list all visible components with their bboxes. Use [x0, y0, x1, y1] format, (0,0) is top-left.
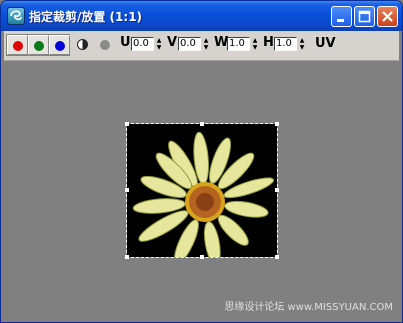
red-channel-button[interactable] [7, 35, 28, 55]
crop-handle-bottom-right[interactable] [275, 255, 279, 259]
h-input[interactable]: 1.0 [274, 37, 297, 51]
crop-handle-bottom-left[interactable] [125, 255, 129, 259]
h-spinner[interactable]: ▲ ▼ [298, 37, 306, 51]
watermark: 思缘设计论坛 www.MISSYUAN.COM [224, 302, 393, 313]
crop-handle-left[interactable] [125, 188, 129, 192]
red-dot-icon [13, 41, 23, 51]
app-icon[interactable] [7, 7, 25, 25]
title-bar[interactable]: 指定裁剪/放置 (1:1) [1, 1, 402, 31]
h-label: H [263, 35, 274, 50]
w-spinner[interactable]: ▲ ▼ [251, 37, 259, 51]
crop-place-window: 指定裁剪/放置 (1:1) U 0.0 ▲ ▼ V 0.0 ▲ ▼ W 1.0 … [0, 0, 403, 323]
close-button[interactable] [377, 6, 398, 27]
v-spinner[interactable]: ▲ ▼ [202, 37, 210, 51]
w-input[interactable]: 1.0 [227, 37, 250, 51]
toolbar: U 0.0 ▲ ▼ V 0.0 ▲ ▼ W 1.0 ▲ ▼ H 1.0 ▲ ▼ UV [4, 31, 399, 61]
blue-dot-icon [55, 41, 65, 51]
minimize-button[interactable] [331, 6, 352, 27]
u-label: U [120, 35, 131, 50]
canvas-area[interactable]: 思缘设计论坛 www.MISSYUAN.COM [4, 61, 399, 319]
crop-handle-right[interactable] [275, 188, 279, 192]
alpha-toggle-icon[interactable] [100, 40, 110, 50]
crop-region[interactable] [125, 122, 279, 266]
v-input[interactable]: 0.0 [178, 37, 201, 51]
channel-group [6, 34, 70, 56]
u-spinner[interactable]: ▲ ▼ [155, 37, 163, 51]
crop-handle-bottom[interactable] [200, 255, 204, 259]
monochrome-toggle-icon[interactable] [77, 39, 88, 50]
green-channel-button[interactable] [28, 35, 49, 55]
green-dot-icon [34, 41, 44, 51]
crop-handle-top[interactable] [200, 122, 204, 126]
uv-label: UV [315, 36, 336, 51]
crop-handle-top-right[interactable] [275, 122, 279, 126]
crop-handle-top-left[interactable] [125, 122, 129, 126]
v-label: V [167, 35, 178, 50]
blue-channel-button[interactable] [49, 35, 70, 55]
maximize-button[interactable] [354, 6, 375, 27]
daisy-flower-image [127, 124, 277, 266]
u-input[interactable]: 0.0 [131, 37, 154, 51]
window-title: 指定裁剪/放置 (1:1) [29, 10, 143, 24]
